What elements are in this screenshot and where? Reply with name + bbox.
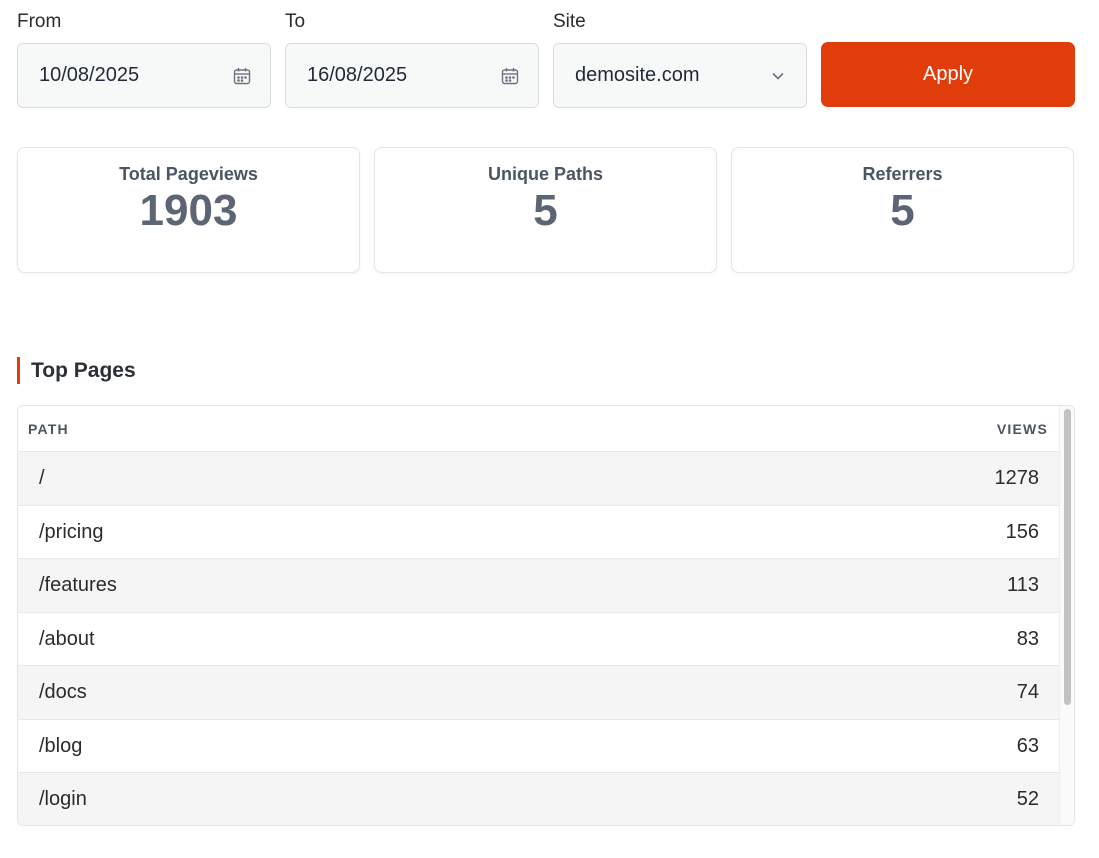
table-row[interactable]: /login 52 (18, 773, 1060, 825)
table-row[interactable]: /features 113 (18, 559, 1060, 613)
stat-value: 5 (533, 186, 558, 235)
stat-label: Total Pageviews (119, 164, 258, 184)
to-field: To 16/08/2025 (285, 10, 539, 108)
table-row[interactable]: /about 83 (18, 612, 1060, 666)
stat-value: 1903 (139, 186, 238, 235)
section-title-top-pages: Top Pages (17, 357, 136, 384)
cell-path: /pricing (39, 520, 104, 543)
to-date-input[interactable]: 16/08/2025 (285, 43, 539, 108)
cell-path: /docs (39, 681, 87, 703)
cell-path: /blog (39, 734, 83, 757)
stats-row: Total Pageviews 1903 Unique Paths 5 Refe… (17, 147, 1075, 273)
site-label: Site (553, 11, 586, 32)
stat-card-referrers: Referrers 5 (731, 147, 1074, 273)
cell-views: 83 (1016, 627, 1039, 650)
site-field: Site demosite.com (553, 10, 807, 108)
cell-path: /features (39, 574, 117, 596)
table-row[interactable]: /blog 63 (18, 719, 1060, 773)
stat-label: Unique Paths (487, 164, 603, 184)
scrollbar-thumb[interactable] (1064, 409, 1071, 705)
column-header-views[interactable]: VIEWS (997, 421, 1048, 437)
from-date-value: 10/08/2025 (39, 64, 140, 86)
cell-path: /about (39, 627, 95, 650)
cell-path: / (39, 467, 45, 489)
table-row[interactable]: / 1278 (18, 452, 1060, 506)
cell-views: 63 (1016, 734, 1039, 757)
site-select[interactable]: demosite.com (553, 43, 807, 108)
column-header-path[interactable]: PATH (28, 421, 69, 437)
calendar-icon[interactable] (500, 66, 520, 86)
stat-card-total-pageviews: Total Pageviews 1903 (17, 147, 360, 273)
filter-bar: From 10/08/2025 To 16/08/2025 Site demos… (17, 10, 1075, 108)
table-body: / 1278 /pricing 156 /features 113 /about… (18, 452, 1060, 825)
table-row[interactable]: /pricing 156 (18, 505, 1060, 559)
cell-path: /login (39, 788, 87, 810)
top-pages-table: PATH VIEWS / 1278 /pricing 156 /features… (17, 405, 1075, 826)
to-label: To (285, 11, 306, 32)
table-row[interactable]: /docs 74 (18, 666, 1060, 720)
from-date-input[interactable]: 10/08/2025 (17, 43, 271, 108)
site-select-value: demosite.com (575, 64, 700, 86)
from-field: From 10/08/2025 (17, 10, 271, 108)
chevron-down-icon (772, 72, 784, 79)
cell-views: 74 (1016, 681, 1039, 703)
stat-label: Referrers (862, 164, 943, 184)
stat-value: 5 (890, 186, 915, 235)
to-date-value: 16/08/2025 (307, 64, 408, 86)
calendar-icon[interactable] (232, 66, 252, 86)
stat-card-unique-paths: Unique Paths 5 (374, 147, 717, 273)
cell-views: 156 (1005, 520, 1039, 543)
table-header: PATH VIEWS (18, 406, 1060, 452)
cell-views: 52 (1016, 788, 1039, 810)
from-label: From (17, 11, 62, 32)
cell-views: 1278 (994, 467, 1040, 489)
table-scrollbar[interactable] (1059, 406, 1074, 825)
apply-button[interactable]: Apply (821, 42, 1075, 107)
cell-views: 113 (1007, 574, 1039, 596)
